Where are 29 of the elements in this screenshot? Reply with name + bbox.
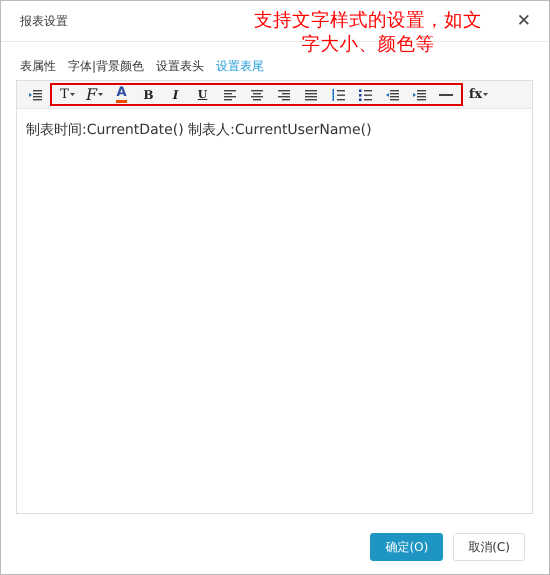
font-color-button[interactable]: A [108,84,135,104]
annotation-text: 支持文字样式的设置，如文字大小、颜色等 [253,9,483,57]
indent-icon [412,88,426,102]
formula-button[interactable]: fx [465,84,492,104]
tab[interactable]: 字体|背景颜色 [68,56,144,76]
align-center-icon [250,88,264,102]
numbered-list-icon [330,88,344,102]
cancel-button[interactable]: 取消(C) [453,533,525,561]
justify-icon [304,88,318,102]
underline-button[interactable]: U [189,84,216,104]
font-family-button[interactable]: F [81,84,108,104]
outdent-icon [384,88,398,102]
rich-text-editor[interactable]: T F A B I U fx 制表时间:CurrentDate() 制表人:CurrentUserName() [16,80,533,514]
caret-icon [483,93,488,96]
align-left-icon [222,88,236,102]
bullet-list-icon [358,88,372,102]
caret-icon [98,93,104,96]
editor-text: 制表时间:CurrentDate() 制表人:CurrentUserName() [25,121,373,140]
window-title: 报表设置 [20,12,68,30]
indent-icon [28,88,42,102]
tab[interactable]: 设置表头 [156,56,204,76]
align-right-icon [276,88,290,102]
bold-button[interactable]: B [135,84,162,104]
close-button[interactable]: ✕ [514,11,533,31]
font-size-button[interactable]: T [54,84,81,104]
italic-button[interactable]: I [162,84,189,104]
caret-icon [70,93,75,96]
tab[interactable]: 表属性 [20,56,56,76]
horizontal-rule-icon [438,94,452,96]
